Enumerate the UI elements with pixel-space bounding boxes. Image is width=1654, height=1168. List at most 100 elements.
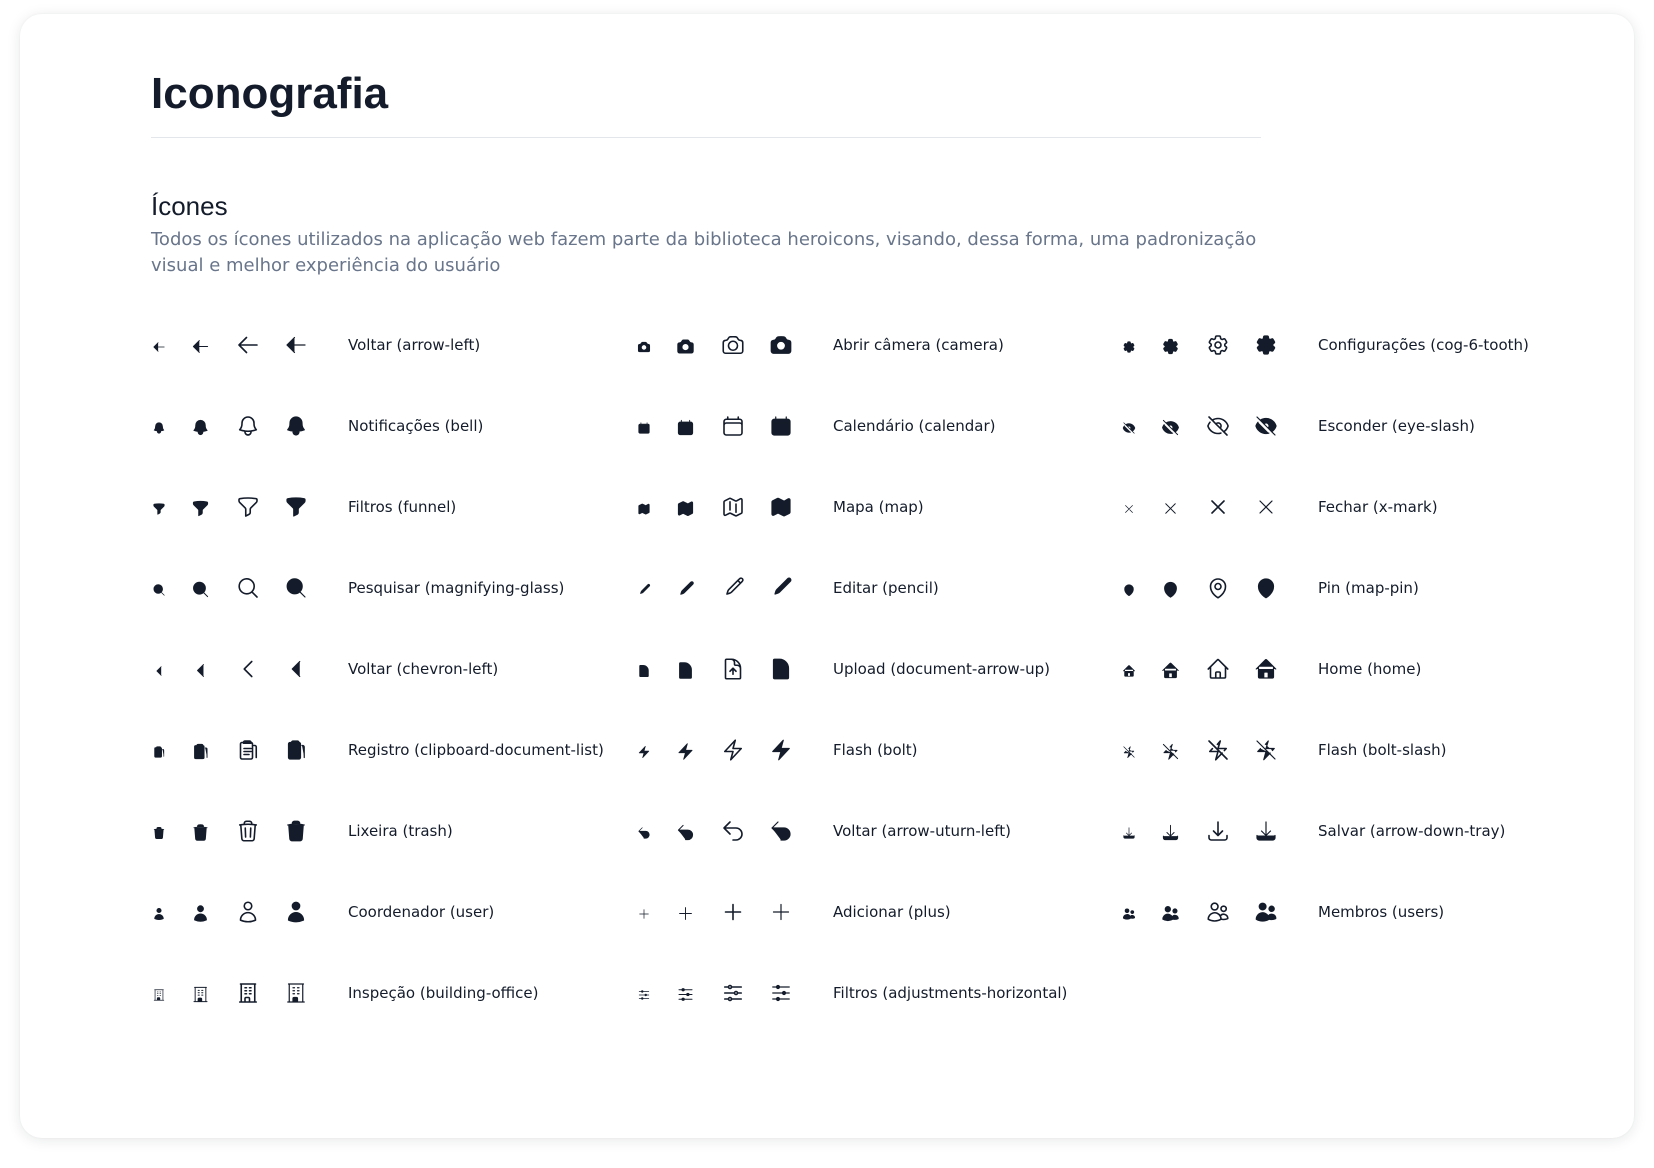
icon-label: Flash (bolt) <box>833 741 918 759</box>
icon-label: Filtros (funnel) <box>348 498 457 516</box>
bell-icon <box>193 419 208 436</box>
arrow-uturn-left-icon <box>723 821 743 841</box>
icon-label: Upload (document-arrow-up) <box>833 660 1050 678</box>
funnel-icon <box>238 497 258 517</box>
icon-row-home: Home (home) <box>1122 649 1562 689</box>
icon-row-arrow-down-tray: Salvar (arrow-down-tray) <box>1122 811 1562 851</box>
building-office-icon <box>287 983 305 1003</box>
bell-icon <box>287 416 305 436</box>
chevron-left-icon <box>156 666 162 676</box>
map-pin-icon <box>1124 584 1134 597</box>
x-mark-icon <box>1125 505 1133 513</box>
bolt-slash-icon <box>1162 743 1179 760</box>
clipboard-document-list-icon <box>154 746 165 758</box>
calendar-icon <box>723 416 743 436</box>
user-icon <box>154 907 164 921</box>
user-icon <box>287 901 305 923</box>
icon-row-chevron-left: Voltar (chevron-left) <box>152 649 592 689</box>
map-pin-icon <box>1209 578 1227 599</box>
bolt-icon <box>723 739 743 761</box>
icon-label: Filtros (adjustments-horizontal) <box>833 984 1068 1002</box>
arrow-uturn-left-icon <box>771 821 791 841</box>
trash-icon <box>238 820 258 842</box>
icon-row-cog-6-tooth: Configurações (cog-6-tooth) <box>1122 325 1562 365</box>
document-arrow-up-icon <box>679 662 692 679</box>
icon-row-building-office: Inspeção (building-office) <box>152 973 592 1013</box>
icon-label: Notificações (bell) <box>348 417 484 435</box>
cog-6-tooth-icon <box>1123 341 1135 353</box>
icon-label: Configurações (cog-6-tooth) <box>1318 336 1529 354</box>
bolt-slash-icon <box>1208 740 1228 761</box>
users-icon <box>1207 902 1229 922</box>
arrow-down-tray-icon <box>1208 821 1228 841</box>
section-title: Ícones <box>151 191 228 221</box>
building-office-icon <box>193 986 208 1003</box>
cog-6-tooth-icon <box>1256 335 1276 355</box>
funnel-icon <box>286 497 306 517</box>
eye-slash-icon <box>1255 416 1277 436</box>
icon-label: Flash (bolt-slash) <box>1318 741 1447 759</box>
cog-6-tooth-icon <box>1163 338 1178 355</box>
icon-row-funnel: Filtros (funnel) <box>152 487 592 527</box>
icon-label: Membros (users) <box>1318 903 1445 921</box>
map-icon <box>723 497 743 517</box>
plus-icon <box>724 903 742 921</box>
building-office-icon <box>238 983 258 1003</box>
map-pin-icon <box>1257 578 1275 599</box>
icon-row-clipboard-document-list: Registro (clipboard-document-list) <box>152 730 604 770</box>
bolt-icon <box>772 739 790 761</box>
arrow-down-tray-icon <box>1123 827 1135 839</box>
user-icon <box>194 905 207 922</box>
icon-label: Voltar (chevron-left) <box>348 660 499 678</box>
clipboard-document-list-icon <box>287 740 305 760</box>
home-icon <box>1255 659 1277 679</box>
icon-row-users: Membros (users) <box>1122 892 1562 932</box>
eye-slash-icon <box>1207 416 1229 436</box>
chevron-left-icon <box>243 660 253 678</box>
clipboard-document-list-icon <box>239 740 258 760</box>
trash-icon <box>287 820 305 842</box>
camera-icon <box>677 339 694 354</box>
icon-row-adjustments-horizontal: Filtros (adjustments-horizontal) <box>637 973 1077 1013</box>
bolt-slash-icon <box>1123 746 1135 759</box>
icon-row-map: Mapa (map) <box>637 487 1077 527</box>
document-arrow-up-icon <box>724 658 742 680</box>
icon-label: Voltar (arrow-left) <box>348 336 481 354</box>
arrow-uturn-left-icon <box>677 824 694 841</box>
plus-icon <box>679 907 692 920</box>
adjustments-horizontal-icon <box>638 990 650 1000</box>
icon-row-magnifying-glass: Pesquisar (magnifying-glass) <box>152 568 592 608</box>
title-divider <box>151 137 1261 138</box>
chevron-left-icon <box>291 660 301 678</box>
icon-row-arrow-uturn-left: Voltar (arrow-uturn-left) <box>637 811 1077 851</box>
pencil-icon <box>680 581 694 595</box>
pencil-icon <box>726 577 744 595</box>
adjustments-horizontal-icon <box>772 984 790 1002</box>
plus-icon <box>639 909 649 919</box>
icon-row-trash: Lixeira (trash) <box>152 811 592 851</box>
map-pin-icon <box>1164 581 1177 598</box>
icon-row-bolt-slash: Flash (bolt-slash) <box>1122 730 1562 770</box>
icon-row-map-pin: Pin (map-pin) <box>1122 568 1562 608</box>
arrow-left-icon <box>286 336 306 354</box>
trash-icon <box>153 826 165 840</box>
icon-label: Fechar (x-mark) <box>1318 498 1438 516</box>
icon-label: Editar (pencil) <box>833 579 939 597</box>
plus-icon <box>772 903 790 921</box>
eye-slash-icon <box>1122 422 1136 434</box>
arrow-uturn-left-icon <box>638 827 650 839</box>
users-icon <box>1255 902 1277 922</box>
magnifying-glass-icon <box>238 578 258 598</box>
bolt-slash-icon <box>1256 740 1276 761</box>
adjustments-horizontal-icon <box>678 988 693 1001</box>
building-office-icon <box>153 989 165 1001</box>
icon-label: Inspeção (building-office) <box>348 984 539 1002</box>
camera-icon <box>637 341 651 353</box>
icon-row-calendar: Calendário (calendar) <box>637 406 1077 446</box>
icon-row-user: Coordenador (user) <box>152 892 592 932</box>
arrow-down-tray-icon <box>1256 821 1276 841</box>
icon-row-pencil: Editar (pencil) <box>637 568 1077 608</box>
icon-row-bolt: Flash (bolt) <box>637 730 1077 770</box>
magnifying-glass-icon <box>286 578 306 598</box>
x-mark-icon <box>1165 503 1176 514</box>
